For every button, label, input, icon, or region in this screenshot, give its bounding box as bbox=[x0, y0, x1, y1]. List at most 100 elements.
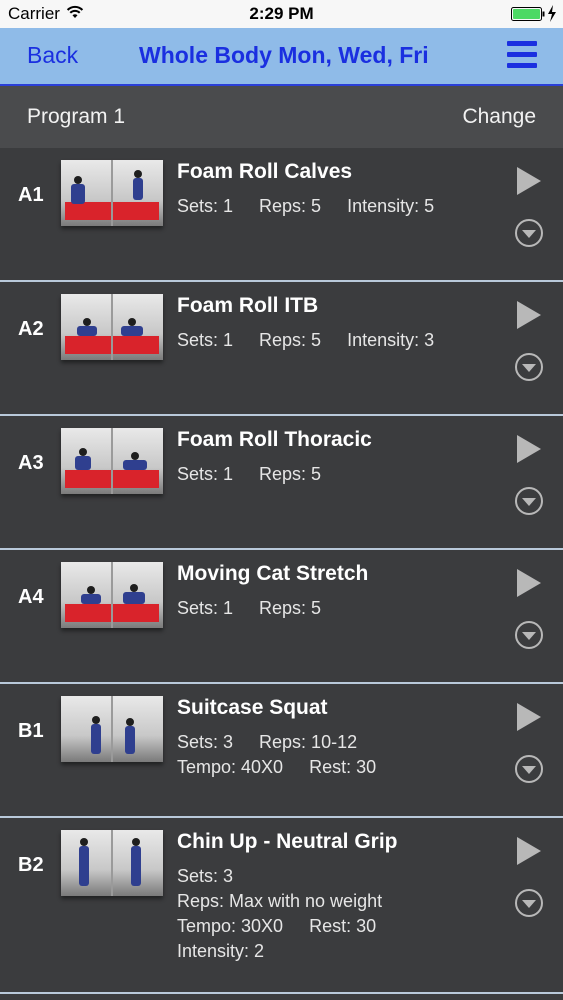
play-icon[interactable] bbox=[516, 166, 542, 196]
detail-value: Intensity: 3 bbox=[347, 330, 435, 350]
expand-chevron-icon[interactable] bbox=[514, 888, 544, 918]
detail-line: Intensity: 2 bbox=[177, 939, 382, 964]
detail-value: Reps: 5 bbox=[259, 598, 322, 618]
thumbnail-divider bbox=[111, 160, 113, 226]
play-icon[interactable] bbox=[516, 702, 542, 732]
athlete-figure bbox=[123, 460, 147, 470]
athlete-figure bbox=[133, 178, 143, 200]
exercise-details: Sets: 1 Reps: 5 bbox=[177, 596, 321, 621]
detail-value: Sets: 3 bbox=[177, 866, 234, 886]
detail-value: Reps: 5 bbox=[259, 196, 322, 216]
exercise-thumbnail[interactable] bbox=[61, 428, 163, 494]
detail-value: Sets: 1 bbox=[177, 464, 234, 484]
exercise-name: Foam Roll ITB bbox=[177, 294, 319, 317]
status-bar: Carrier 2:29 PM bbox=[0, 0, 563, 28]
detail-line: Sets: 1 Reps: 5 Intensity: 3 bbox=[177, 328, 434, 353]
detail-line: Tempo: 40X0 Rest: 30 bbox=[177, 755, 376, 780]
exercise-details: Sets: 3 Reps: 10-12 Tempo: 40X0 Rest: 30 bbox=[177, 730, 376, 780]
detail-value: Sets: 3 bbox=[177, 732, 234, 752]
detail-value: Sets: 1 bbox=[177, 598, 234, 618]
navigation-bar: Back Whole Body Mon, Wed, Fri bbox=[0, 28, 563, 86]
program-name: Program 1 bbox=[27, 105, 126, 128]
detail-value: Sets: 1 bbox=[177, 330, 234, 350]
exercise-row[interactable]: B2 Chin Up - Neutral Grip Sets: 3 Reps: Max… bbox=[0, 818, 563, 994]
detail-value: Reps: Max with no weight bbox=[177, 891, 383, 911]
page-title: Whole Body Mon, Wed, Fri bbox=[139, 42, 429, 68]
exercise-name: Chin Up - Neutral Grip bbox=[177, 830, 398, 853]
detail-value: Rest: 30 bbox=[309, 916, 377, 936]
exercise-details: Sets: 1 Reps: 5 Intensity: 5 bbox=[177, 194, 434, 219]
detail-line: Tempo: 30X0 Rest: 30 bbox=[177, 914, 382, 939]
exercise-thumbnail[interactable] bbox=[61, 294, 163, 360]
athlete-head bbox=[92, 716, 100, 724]
expand-chevron-icon[interactable] bbox=[514, 620, 544, 650]
exercise-details: Sets: 1 Reps: 5 Intensity: 3 bbox=[177, 328, 434, 353]
detail-line: Sets: 1 Reps: 5 bbox=[177, 462, 321, 487]
athlete-head bbox=[132, 838, 140, 846]
exercise-row[interactable]: A3 Foam Roll Thoracic Sets: 1 Reps: 5 bbox=[0, 416, 563, 550]
exercise-thumbnail[interactable] bbox=[61, 830, 163, 896]
detail-value: Intensity: 5 bbox=[347, 196, 435, 216]
exercise-list: A1 Foam Roll Calves Sets: 1 Reps: 5 Intensit… bbox=[0, 148, 563, 994]
detail-line: Sets: 1 Reps: 5 Intensity: 5 bbox=[177, 194, 434, 219]
exercise-name: Foam Roll Calves bbox=[177, 160, 353, 183]
detail-value: Tempo: 40X0 bbox=[177, 757, 284, 777]
exercise-code: A4 bbox=[18, 586, 44, 608]
exercise-thumbnail[interactable] bbox=[61, 160, 163, 226]
exercise-code: B1 bbox=[18, 720, 44, 742]
back-button[interactable]: Back bbox=[27, 42, 78, 69]
athlete-figure bbox=[77, 326, 97, 336]
athlete-figure bbox=[123, 592, 145, 604]
expand-chevron-icon[interactable] bbox=[514, 218, 544, 248]
thumbnail-divider bbox=[111, 562, 113, 628]
change-program-button[interactable]: Change bbox=[462, 105, 536, 129]
athlete-head bbox=[74, 176, 82, 184]
exercise-row[interactable]: A4 Moving Cat Stretch Sets: 1 Reps: 5 bbox=[0, 550, 563, 684]
exercise-row[interactable]: B1 Suitcase Squat Sets: 3 Reps: 10-12 Tempo:… bbox=[0, 684, 563, 818]
exercise-name: Foam Roll Thoracic bbox=[177, 428, 372, 451]
exercise-thumbnail[interactable] bbox=[61, 696, 163, 762]
charging-bolt-icon bbox=[548, 5, 556, 22]
detail-line: Sets: 3 Reps: 10-12 bbox=[177, 730, 376, 755]
athlete-head bbox=[79, 448, 87, 456]
detail-value: Reps: 10-12 bbox=[259, 732, 358, 752]
hamburger-menu-icon[interactable] bbox=[507, 41, 537, 69]
exercise-row[interactable]: A1 Foam Roll Calves Sets: 1 Reps: 5 Intensit… bbox=[0, 148, 563, 282]
detail-line: Sets: 3 bbox=[177, 864, 382, 889]
athlete-head bbox=[128, 318, 136, 326]
exercise-code: A3 bbox=[18, 452, 44, 474]
play-icon[interactable] bbox=[516, 568, 542, 598]
exercise-code: A1 bbox=[18, 184, 44, 206]
exercise-row[interactable]: A2 Foam Roll ITB Sets: 1 Reps: 5 Intensity: … bbox=[0, 282, 563, 416]
detail-value: Rest: 30 bbox=[309, 757, 377, 777]
athlete-figure bbox=[71, 184, 85, 204]
play-icon[interactable] bbox=[516, 434, 542, 464]
thumbnail-divider bbox=[111, 830, 113, 896]
exercise-details: Sets: 1 Reps: 5 bbox=[177, 462, 321, 487]
exercise-name: Suitcase Squat bbox=[177, 696, 328, 719]
expand-chevron-icon[interactable] bbox=[514, 486, 544, 516]
athlete-figure bbox=[81, 594, 101, 604]
exercise-code: A2 bbox=[18, 318, 44, 340]
play-icon[interactable] bbox=[516, 836, 542, 866]
detail-value: Sets: 1 bbox=[177, 196, 234, 216]
thumbnail-divider bbox=[111, 428, 113, 494]
athlete-head bbox=[80, 838, 88, 846]
athlete-head bbox=[83, 318, 91, 326]
thumbnail-divider bbox=[111, 696, 113, 762]
exercise-details: Sets: 3 Reps: Max with no weight Tempo: 30… bbox=[177, 864, 382, 964]
athlete-head bbox=[134, 170, 142, 178]
detail-value: Reps: 5 bbox=[259, 464, 322, 484]
athlete-figure bbox=[79, 846, 89, 886]
status-time: 2:29 PM bbox=[249, 4, 314, 23]
athlete-head bbox=[126, 718, 134, 726]
expand-chevron-icon[interactable] bbox=[514, 754, 544, 784]
battery-icon bbox=[511, 7, 545, 21]
athlete-head bbox=[87, 586, 95, 594]
athlete-head bbox=[130, 584, 138, 592]
detail-value: Intensity: 2 bbox=[177, 941, 265, 961]
exercise-code: B2 bbox=[18, 854, 44, 876]
expand-chevron-icon[interactable] bbox=[514, 352, 544, 382]
play-icon[interactable] bbox=[516, 300, 542, 330]
exercise-thumbnail[interactable] bbox=[61, 562, 163, 628]
